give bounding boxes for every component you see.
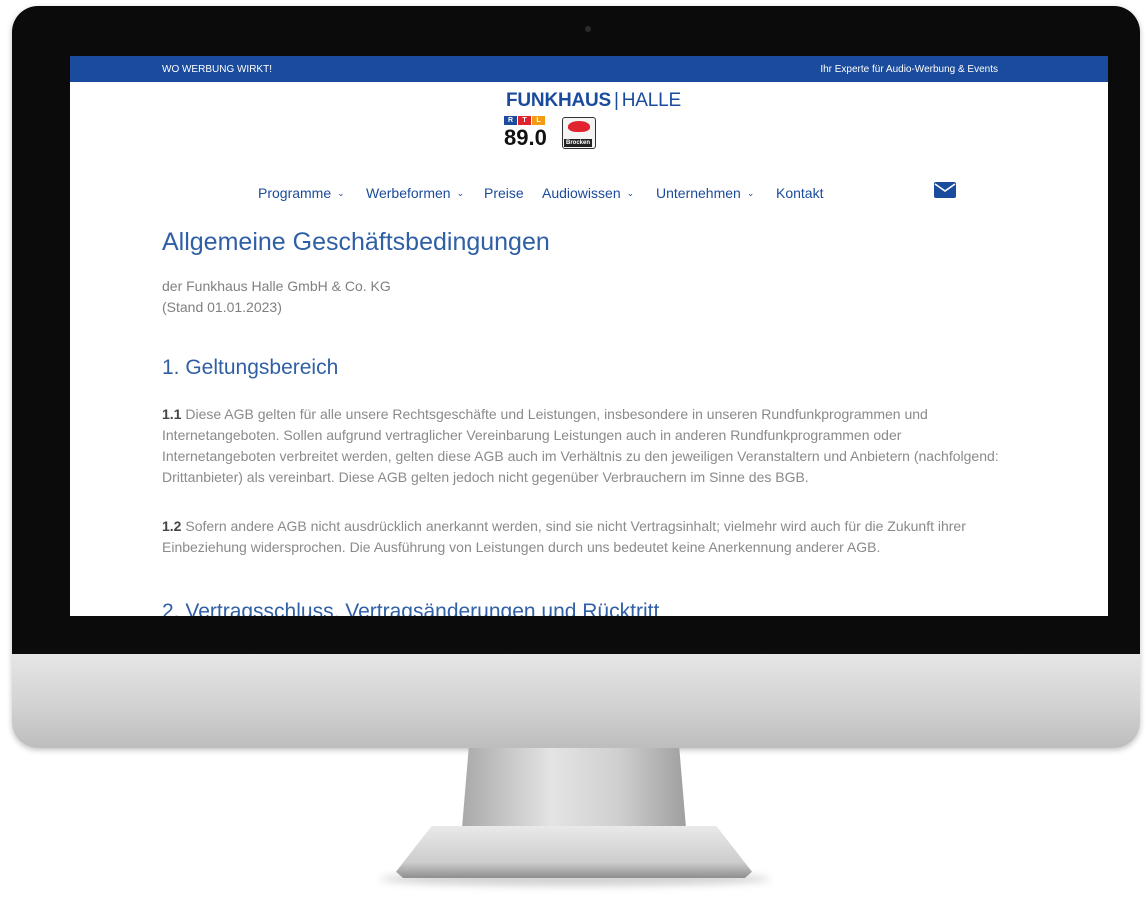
frequency-label: 89.0 — [504, 125, 547, 150]
radio-brocken-logo: Brocken — [562, 117, 596, 149]
section-heading: 2. Vertragsschluss, Vertragsänderungen u… — [162, 600, 660, 616]
envelope-icon[interactable] — [934, 182, 956, 198]
nav-item-kontakt[interactable]: Kontakt — [776, 185, 823, 201]
monitor-stand-neck — [462, 748, 686, 828]
paragraph-number: 1.1 — [162, 406, 182, 422]
rtl-logo: R T L — [504, 116, 545, 125]
monitor-chin — [12, 654, 1140, 748]
monitor-stand-base — [396, 826, 752, 878]
rtl-letter: R — [504, 116, 517, 125]
paragraph: 1.1 Diese AGB gelten für alle unsere Rec… — [162, 404, 1012, 488]
date-stamp: (Stand 01.01.2023) — [162, 299, 282, 315]
camera-icon — [585, 26, 591, 32]
paragraph-text: Diese AGB gelten für alle unsere Rechtsg… — [162, 406, 999, 485]
rtl-letter: L — [532, 116, 545, 125]
chevron-down-icon: ⌄ — [746, 188, 755, 198]
section-heading: 1. Geltungsbereich — [162, 356, 339, 379]
nav-item-programme[interactable]: Programme ⌄ — [258, 185, 345, 201]
chevron-down-icon: ⌄ — [626, 188, 635, 198]
main-nav: Programme ⌄ Werbeformen ⌄ Preise Audiowiss… — [70, 182, 1108, 203]
expert-text: Ihr Experte für Audio-Werbung & Events — [820, 63, 998, 75]
page-title: Allgemeine Geschäftsbedingungen — [162, 228, 550, 256]
paragraph-number: 1.2 — [162, 518, 182, 534]
paragraph-text: Sofern andere AGB nicht ausdrücklich ane… — [162, 518, 966, 555]
company-name: der Funkhaus Halle GmbH & Co. KG — [162, 278, 391, 294]
browser-screen: WO WERBUNG WIRKT! Ihr Experte für Audio-… — [70, 56, 1108, 616]
funkhaus-halle-logo[interactable]: FUNKHAUS | HALLE R T L 89.0 Brocken — [504, 90, 681, 156]
imac-monitor: WO WERBUNG WIRKT! Ihr Experte für Audio-… — [12, 6, 1140, 748]
logo-title: FUNKHAUS | HALLE — [506, 90, 681, 111]
nav-item-werbeformen[interactable]: Werbeformen ⌄ — [366, 185, 464, 201]
nav-item-preise[interactable]: Preise — [484, 185, 524, 201]
nav-item-audiowissen[interactable]: Audiowissen ⌄ — [542, 185, 634, 201]
nav-item-unternehmen[interactable]: Unternehmen ⌄ — [656, 185, 754, 201]
slogan-text: WO WERBUNG WIRKT! — [162, 63, 272, 75]
rtl-letter: T — [518, 116, 531, 125]
chevron-down-icon: ⌄ — [337, 188, 345, 198]
paragraph: 1.2 Sofern andere AGB nicht ausdrücklich… — [162, 516, 1012, 558]
top-bar: WO WERBUNG WIRKT! Ihr Experte für Audio-… — [70, 56, 1108, 82]
chevron-down-icon: ⌄ — [456, 188, 465, 198]
